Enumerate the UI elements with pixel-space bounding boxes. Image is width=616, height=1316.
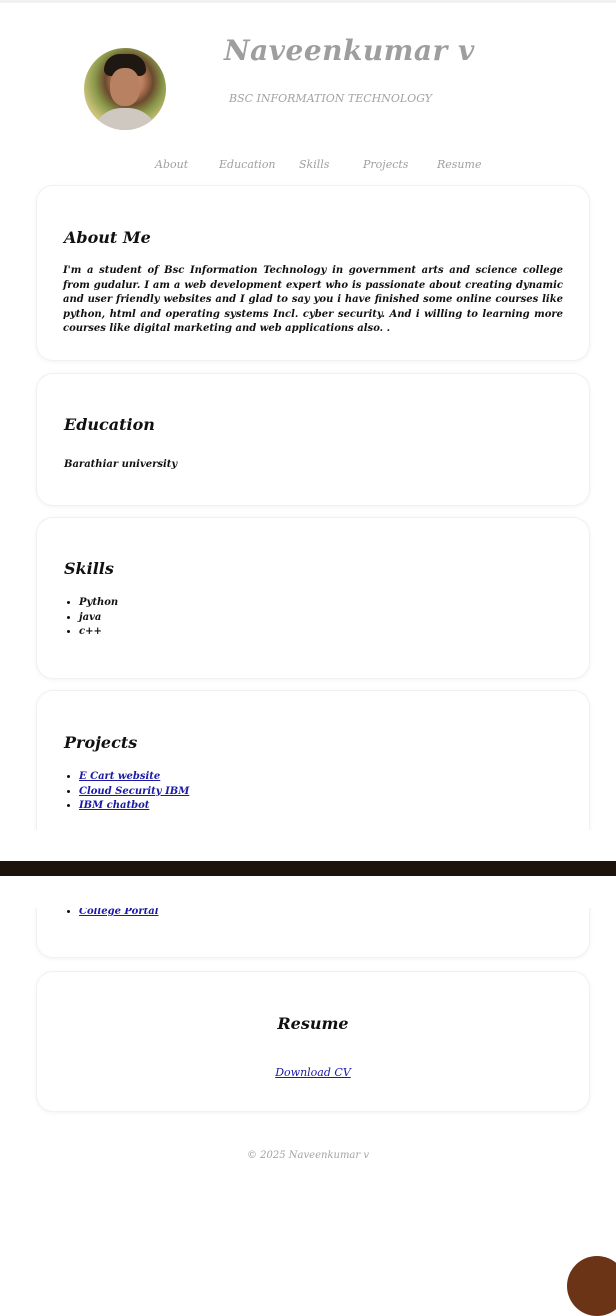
project-link[interactable]: Cloud Security IBM: [79, 786, 189, 797]
education-text: Barathiar university: [64, 459, 178, 470]
skills-title: Skills: [64, 559, 114, 578]
skills-list: Python java c++: [63, 596, 118, 640]
project-link[interactable]: E Cart website: [79, 771, 160, 782]
projects-list: E Cart website Cloud Security IBM IBM ch…: [63, 770, 189, 814]
nav-projects[interactable]: Projects: [363, 158, 408, 171]
list-item: c++: [79, 625, 118, 640]
avatar: [84, 48, 166, 130]
screenshot-divider-bar: [0, 861, 616, 876]
profile-tagline: BSC INFORMATION TECHNOLOGY: [229, 92, 433, 105]
nav-about[interactable]: About: [155, 158, 188, 171]
about-card: About Me I'm a student of Bsc Informatio…: [37, 186, 589, 360]
nav-skills[interactable]: Skills: [299, 158, 329, 171]
skills-card: Skills Python java c++: [37, 518, 589, 678]
resume-card: Resume Download CV: [37, 972, 589, 1111]
list-item: Python: [79, 596, 118, 611]
list-item: java: [79, 611, 118, 626]
footer-copyright: © 2025 Naveenkumar v: [247, 1150, 369, 1161]
about-title: About Me: [64, 228, 151, 247]
floating-action-button[interactable]: [567, 1256, 616, 1316]
resume-title: Resume: [277, 1014, 349, 1033]
nav-education[interactable]: Education: [219, 158, 276, 171]
projects-title: Projects: [64, 733, 138, 752]
top-divider: [0, 0, 616, 3]
profile-name: Naveenkumar v: [224, 34, 475, 67]
about-text: I'm a student of Bsc Information Technol…: [63, 265, 563, 335]
download-cv-link[interactable]: Download CV: [37, 1066, 589, 1079]
project-link[interactable]: IBM chatbot: [79, 800, 149, 811]
nav-resume[interactable]: Resume: [437, 158, 481, 171]
education-card: Education Barathiar university: [37, 374, 589, 505]
education-title: Education: [64, 415, 155, 434]
projects-card: Projects E Cart website Cloud Security I…: [37, 691, 589, 957]
